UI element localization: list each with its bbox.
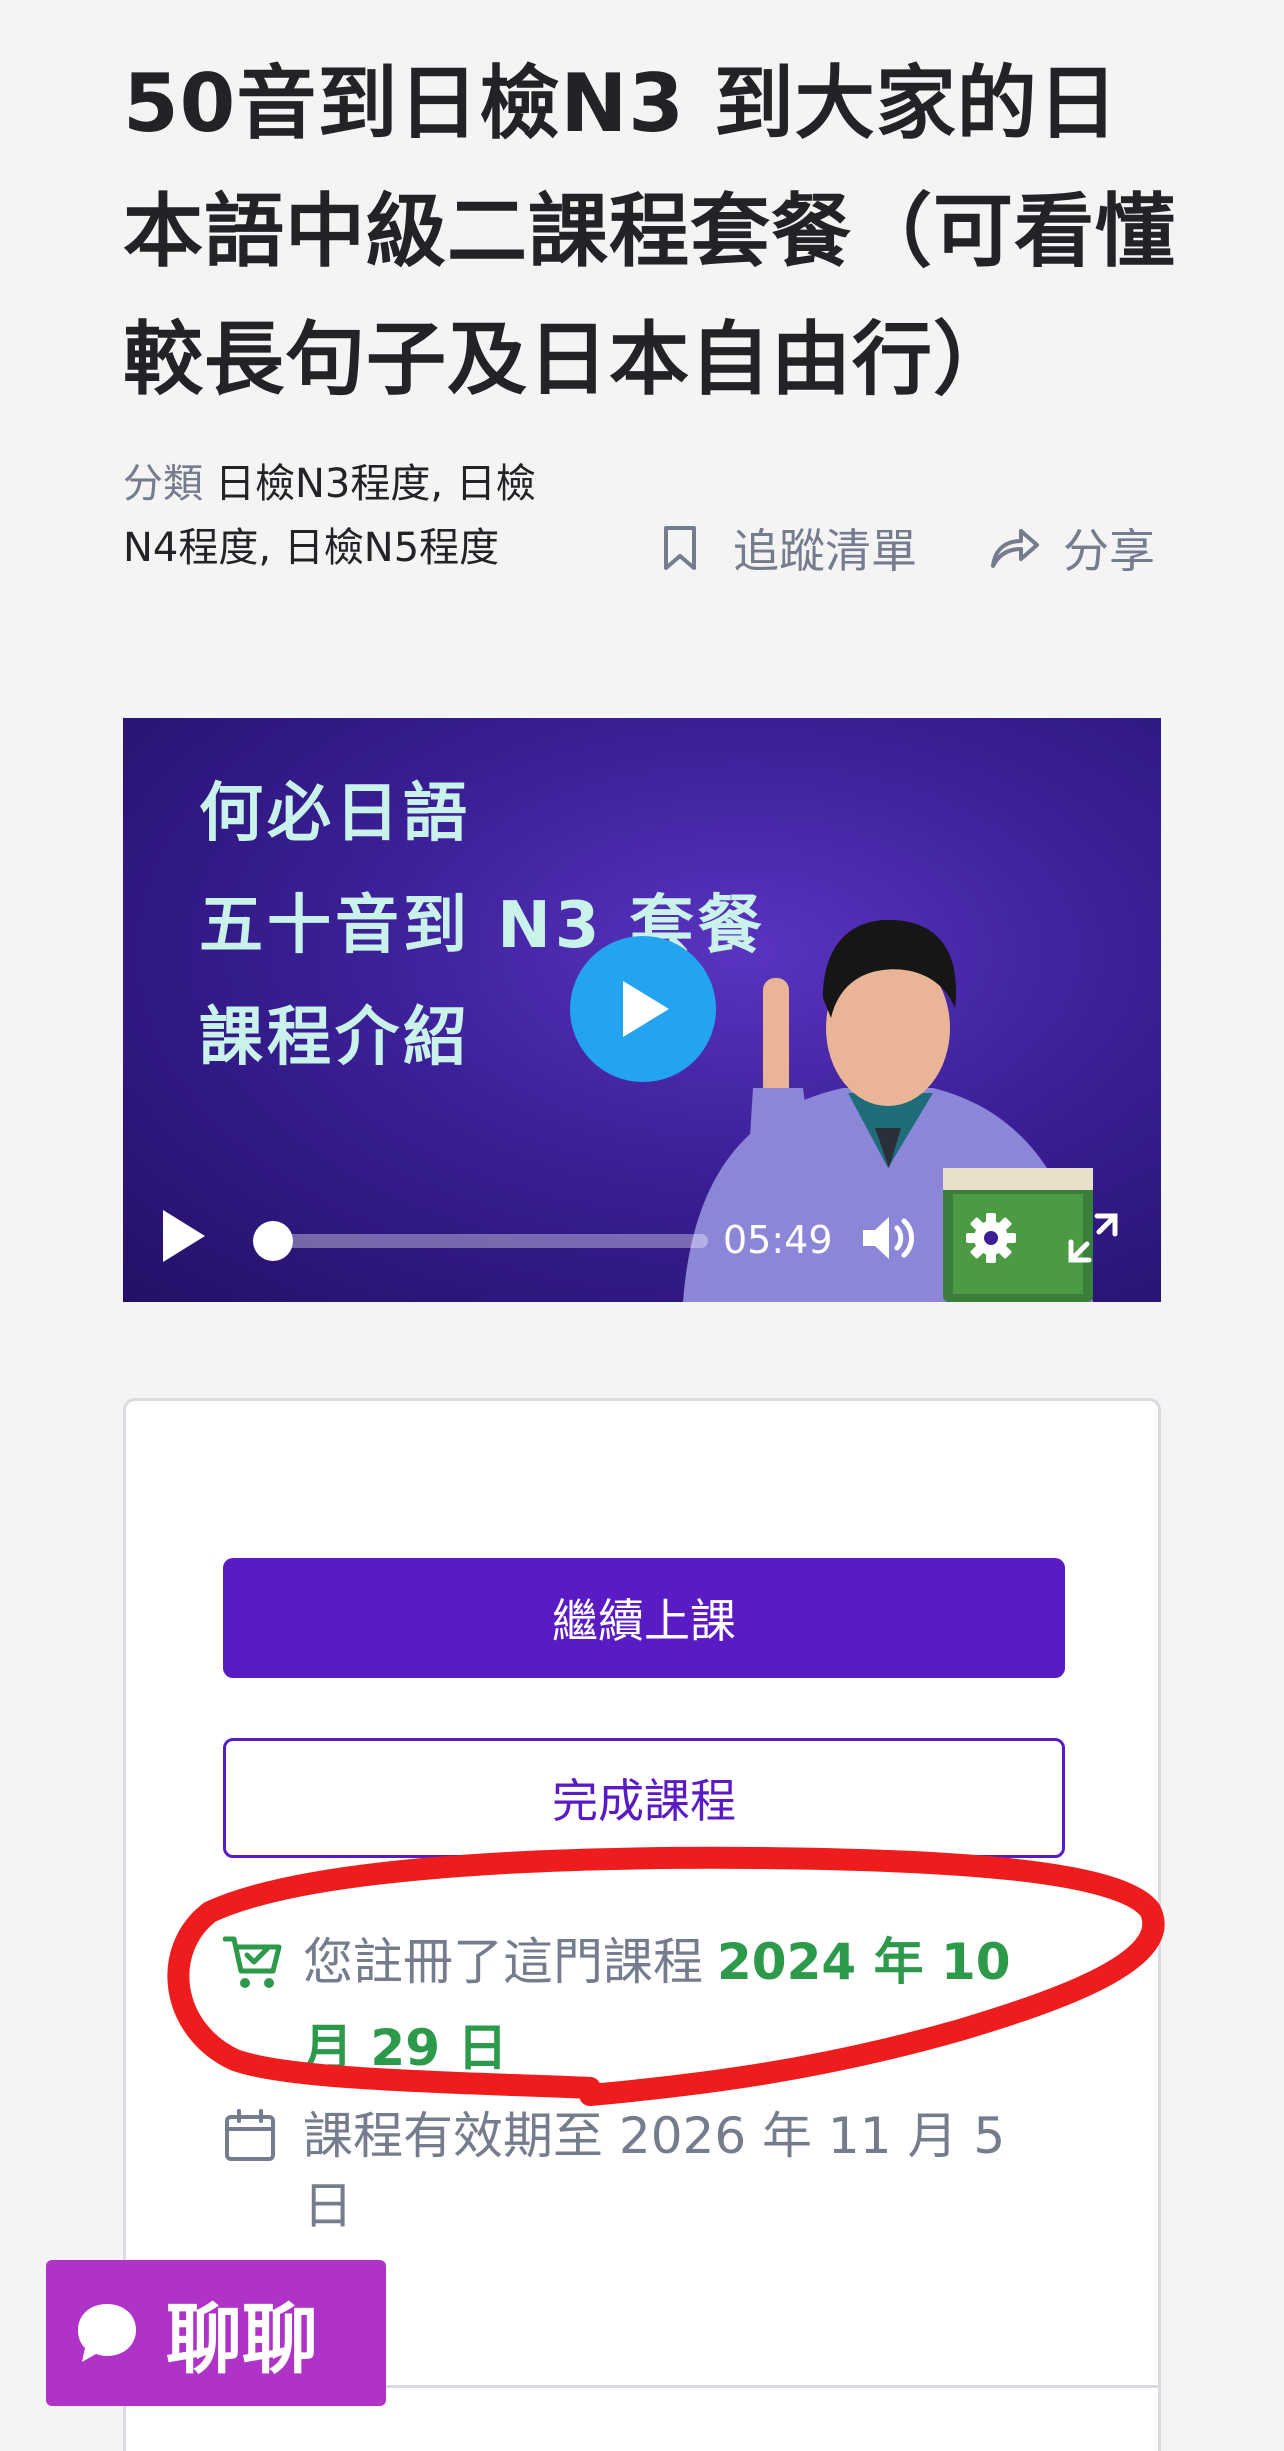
settings-button[interactable] xyxy=(965,1212,1017,1268)
course-title: 50音到日檢N3 到大家的日本語中級二課程套餐（可看懂較長句子及日本自由行） xyxy=(123,57,1176,406)
gear-icon xyxy=(966,1213,1016,1263)
video-controls: 05:49 xyxy=(123,1182,1161,1302)
category-link-n5[interactable]: 日檢N5程度 xyxy=(284,525,499,571)
volume-icon xyxy=(863,1217,914,1259)
bookmark-icon xyxy=(664,526,696,570)
course-meta: 分類 日檢N3程度, 日檢N4程度, 日檢N5程度 追蹤清單 分享 xyxy=(123,452,1183,592)
continue-course-button[interactable]: 繼續上課 xyxy=(223,1558,1065,1678)
chat-bubble-icon xyxy=(78,2304,136,2362)
category-label: 分類 xyxy=(123,461,203,507)
fullscreen-icon xyxy=(1068,1213,1118,1263)
play-button[interactable] xyxy=(159,1206,209,1270)
chat-label: 聊聊 xyxy=(166,2295,318,2384)
video-duration: 05:49 xyxy=(723,1218,833,1262)
validity-info: 課程有效期至 2026 年 11 月 5 日 xyxy=(223,2101,1065,2235)
wishlist-button[interactable]: 追蹤清單 xyxy=(663,516,917,580)
complete-course-button[interactable]: 完成課程 xyxy=(223,1738,1065,1858)
share-label: 分享 xyxy=(1063,524,1155,578)
cart-check-icon xyxy=(223,1936,282,1988)
share-button[interactable]: 分享 xyxy=(989,516,1155,580)
progress-knob[interactable] xyxy=(253,1221,293,1261)
share-icon xyxy=(991,529,1039,568)
big-play-button[interactable] xyxy=(570,936,716,1082)
play-icon xyxy=(163,1210,205,1262)
fullscreen-button[interactable] xyxy=(1067,1212,1119,1268)
video-progress-bar[interactable] xyxy=(253,1221,708,1261)
calendar-icon xyxy=(225,2109,275,2161)
play-icon xyxy=(623,981,669,1037)
volume-button[interactable] xyxy=(859,1212,919,1268)
category-list: 分類 日檢N3程度, 日檢N4程度, 日檢N5程度 xyxy=(123,461,536,571)
intro-video-player[interactable]: 何必日語 五十音到 N3 套餐 課程介紹 05:49 xyxy=(123,718,1161,1302)
category-link-n3[interactable]: 日檢N3程度 xyxy=(215,461,430,507)
wishlist-label: 追蹤清單 xyxy=(733,524,917,578)
validity-text: 課程有效期至 2026 年 11 月 5 日 xyxy=(303,2107,1006,2235)
enrolled-text: 您註冊了這門課程 xyxy=(303,1933,703,1991)
chat-button[interactable]: 聊聊 xyxy=(46,2260,386,2406)
